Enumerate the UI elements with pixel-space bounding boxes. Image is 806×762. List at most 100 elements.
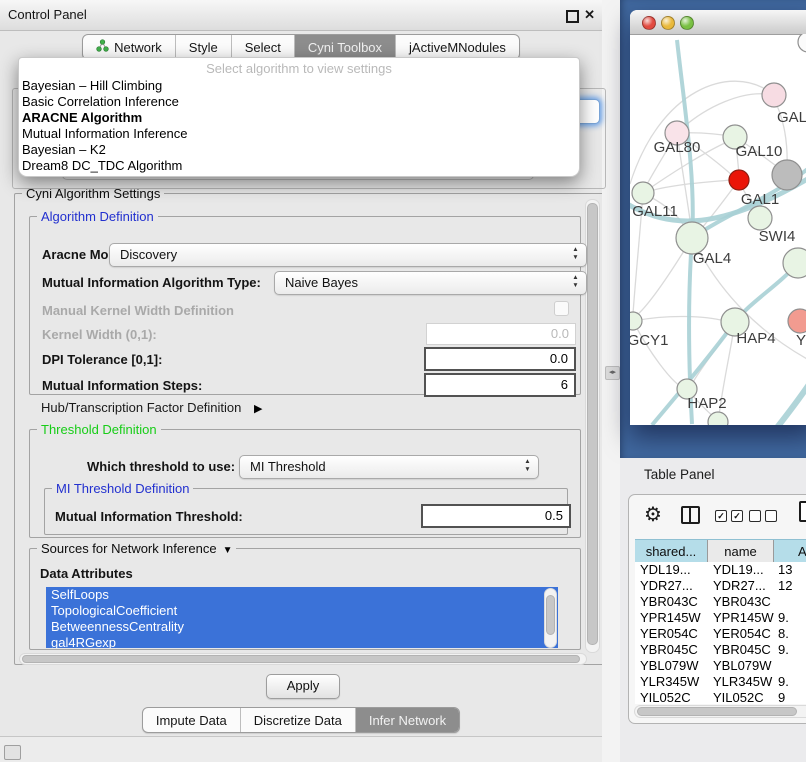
algorithm-option[interactable]: Bayesian – Hill Climbing	[19, 78, 579, 94]
mi-steps-field[interactable]: 6	[424, 373, 576, 397]
attribute-list-item[interactable]: BetweennessCentrality	[46, 619, 558, 635]
table-cell: 9	[774, 690, 806, 704]
tab-label: Network	[114, 40, 162, 55]
table-row[interactable]: YBR043CYBR043C	[635, 594, 806, 610]
data-attributes-list[interactable]: SelfLoopsTopologicalCoefficientBetweenne…	[46, 587, 558, 648]
control-panel: Control Panel ✕ Network	[0, 0, 603, 737]
table-cell: YBR045C	[708, 642, 774, 658]
close-icon[interactable]: ✕	[584, 7, 595, 23]
table-cell: YIL052C	[635, 690, 708, 704]
table-row[interactable]: YDR27...YDR27...12	[635, 578, 806, 594]
close-window-button[interactable]	[642, 16, 656, 30]
network-node[interactable]	[772, 160, 802, 190]
network-view-window[interactable]: GALGAL80GAL10GAL1GAL11GAL4SWI4GCY1HAP4YH…	[630, 10, 806, 425]
column-header[interactable]: A	[774, 540, 806, 563]
network-node[interactable]	[729, 170, 749, 190]
kernel-width-field[interactable]: 0.0	[426, 323, 576, 345]
zoom-window-button[interactable]	[680, 16, 694, 30]
table-row[interactable]: YDL19...YDL19...13	[635, 562, 806, 578]
table-row[interactable]: YBR045CYBR045C9.	[635, 642, 806, 658]
table-cell: YIL052C	[708, 690, 774, 704]
scrollbar-thumb[interactable]	[637, 707, 797, 716]
column-header[interactable]: name	[708, 540, 774, 563]
table-cell: 9.	[774, 610, 806, 626]
node-label: GAL10	[736, 143, 783, 160]
algorithm-option[interactable]: Basic Correlation Inference	[19, 94, 579, 110]
table-header: shared... name A	[635, 539, 806, 564]
algorithm-definition-group: Algorithm Definition Aracne Mode: Discov…	[29, 216, 581, 395]
network-node[interactable]	[788, 309, 806, 333]
splitter-handle-icon[interactable]: ◂▸	[605, 366, 620, 380]
table-row[interactable]: YLR345WYLR345W9.	[635, 674, 806, 690]
split-columns-icon[interactable]	[681, 506, 700, 524]
algorithm-option[interactable]: Dream8 DC_TDC Algorithm	[19, 158, 579, 174]
scrollbar-thumb[interactable]	[587, 203, 598, 645]
dpi-tolerance-label: DPI Tolerance [0,1]:	[42, 352, 162, 367]
deselect-all-checkboxes-icon[interactable]	[749, 510, 777, 522]
column-header[interactable]: shared...	[635, 540, 708, 563]
network-node[interactable]	[798, 34, 806, 52]
table-cell	[774, 658, 806, 674]
algorithm-dropdown-popup: Select algorithm to view settings Bayesi…	[18, 57, 580, 177]
settings-vertical-scrollbar[interactable]	[585, 199, 600, 653]
table-cell: YDR27...	[708, 578, 774, 594]
float-panel-icon[interactable]	[566, 10, 579, 23]
algorithm-option[interactable]: ARACNE Algorithm	[19, 110, 579, 126]
attribute-list-item[interactable]: gal4RGexp	[46, 635, 558, 648]
tab-select[interactable]: Select	[231, 35, 294, 59]
sources-title[interactable]: Sources for Network Inference▼	[37, 541, 236, 556]
tab-impute-data[interactable]: Impute Data	[143, 708, 240, 732]
table-cell: YER054C	[708, 626, 774, 642]
chevron-updown-icon: ▲▼	[570, 246, 581, 262]
algorithm-option[interactable]: Mutual Information Inference	[19, 126, 579, 142]
network-edge	[677, 94, 772, 133]
algorithm-option-list: Bayesian – Hill ClimbingBasic Correlatio…	[19, 78, 579, 174]
network-window-titlebar[interactable]	[630, 10, 806, 35]
scrollbar-thumb[interactable]	[546, 595, 555, 635]
table-row[interactable]: YER054CYER054C8.	[635, 626, 806, 642]
network-canvas[interactable]: GALGAL80GAL10GAL1GAL11GAL4SWI4GCY1HAP4YH…	[630, 34, 806, 425]
attribute-list-item[interactable]: SelfLoops	[46, 587, 558, 603]
which-threshold-select[interactable]: MI Threshold ▲▼	[239, 455, 539, 479]
table-cell: YPR145W	[635, 610, 708, 626]
scrollbar-thumb[interactable]	[22, 655, 580, 663]
attribute-list-item[interactable]: TopologicalCoefficient	[46, 603, 558, 619]
tab-discretize-data[interactable]: Discretize Data	[240, 708, 355, 732]
sources-group: Sources for Network Inference▼ Data Attr…	[29, 548, 581, 650]
node-table-card: ⚙ ✓✓ shared... name A YDL19...YDL19...13…	[628, 494, 806, 724]
list-vertical-scrollbar[interactable]	[544, 588, 557, 648]
table-horizontal-scrollbar[interactable]	[634, 705, 806, 718]
document-icon[interactable]	[799, 501, 806, 522]
table-cell: YBR045C	[635, 642, 708, 658]
collapse-down-icon: ▼	[223, 545, 233, 556]
table-row[interactable]: YIL052CYIL052C9	[635, 690, 806, 704]
manual-kernel-width-checkbox[interactable]	[554, 301, 569, 316]
mi-threshold-definition-group: MI Threshold Definition Mutual Informati…	[44, 488, 568, 535]
hub-transcription-factor-expander[interactable]: Hub/Transcription Factor Definition ▶	[41, 400, 262, 415]
mi-threshold-field[interactable]: 0.5	[421, 504, 571, 528]
table-cell: YBR043C	[708, 594, 774, 610]
network-node[interactable]	[630, 312, 642, 330]
table-row[interactable]: YPR145WYPR145W9.	[635, 610, 806, 626]
table-panel: Table Panel ⚙ ✓✓ shared... name A YDL19.…	[620, 458, 806, 762]
tab-style[interactable]: Style	[175, 35, 231, 59]
tab-network[interactable]: Network	[83, 35, 175, 59]
table-row[interactable]: YBL079WYBL079W	[635, 658, 806, 674]
tab-infer-network[interactable]: Infer Network	[355, 708, 459, 732]
gear-icon[interactable]: ⚙	[644, 502, 662, 527]
collapsed-panel-button[interactable]	[4, 745, 21, 760]
tab-cyni-toolbox[interactable]: Cyni Toolbox	[294, 35, 395, 59]
mi-algorithm-type-select[interactable]: Naive Bayes ▲▼	[274, 271, 587, 295]
minimize-window-button[interactable]	[661, 16, 675, 30]
node-label: GAL11	[632, 203, 678, 220]
network-node[interactable]	[762, 83, 786, 107]
network-node[interactable]	[632, 182, 654, 204]
tab-jactivemnodules[interactable]: jActiveMNodules	[395, 35, 519, 59]
settings-horizontal-scrollbar[interactable]	[19, 653, 587, 665]
aracne-mode-select[interactable]: Discovery ▲▼	[109, 243, 587, 267]
network-node[interactable]	[748, 206, 772, 230]
select-all-checkboxes-icon[interactable]: ✓✓	[715, 510, 743, 522]
apply-button[interactable]: Apply	[266, 674, 340, 699]
dpi-tolerance-field[interactable]: 0.0	[424, 347, 576, 371]
algorithm-option[interactable]: Bayesian – K2	[19, 142, 579, 158]
